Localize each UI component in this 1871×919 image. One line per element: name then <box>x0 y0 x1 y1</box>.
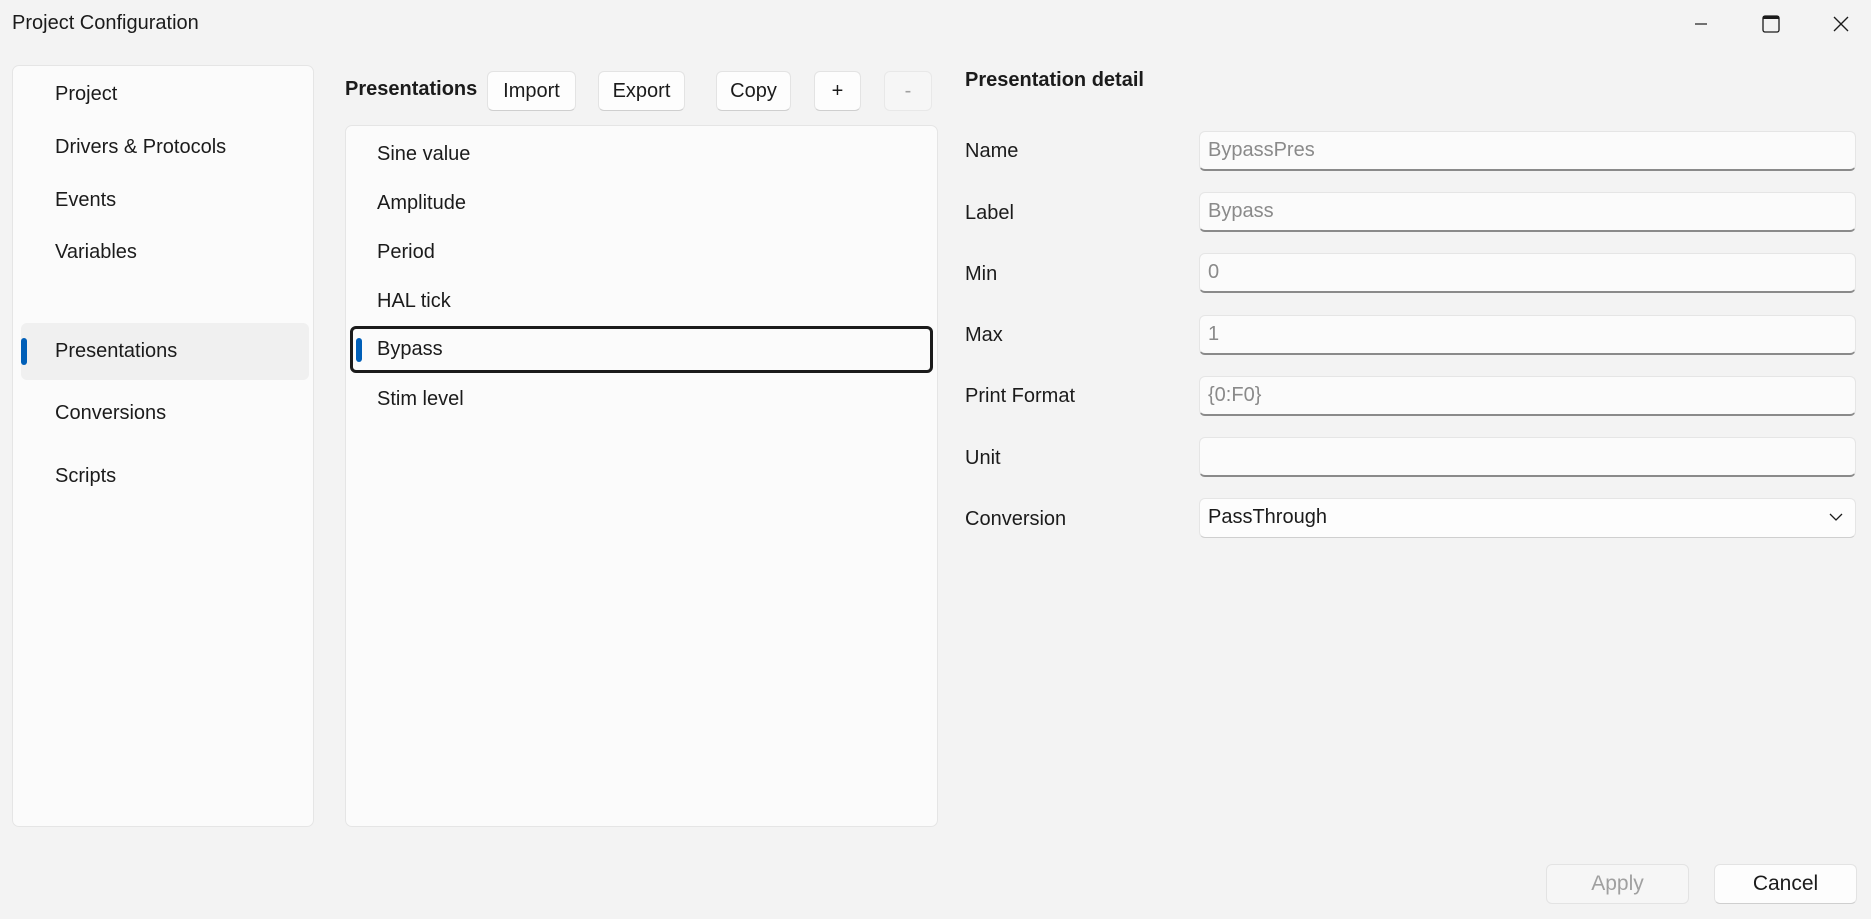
maximize-icon <box>1762 15 1780 33</box>
nav-item-label: Conversions <box>55 402 167 424</box>
list-item-label: Bypass <box>377 338 443 360</box>
max-label: Max <box>965 324 1003 346</box>
settings-nav: Project Drivers & Protocols Events Varia… <box>12 65 314 827</box>
nav-item-scripts[interactable]: Scripts <box>21 448 309 505</box>
close-icon <box>1833 16 1849 32</box>
minimize-icon <box>1695 23 1707 25</box>
min-label: Min <box>965 263 998 285</box>
list-item-label: HAL tick <box>377 290 451 312</box>
nav-item-label: Drivers & Protocols <box>55 136 227 158</box>
export-button[interactable]: Export <box>598 71 685 111</box>
presentations-list: Sine value Amplitude Period HAL tick Byp… <box>345 125 938 827</box>
nav-item-project[interactable]: Project <box>21 66 309 123</box>
presentations-heading: Presentations <box>345 78 478 100</box>
selection-indicator <box>21 338 27 365</box>
list-item-label: Sine value <box>377 143 471 165</box>
conversion-label: Conversion <box>965 508 1067 530</box>
min-field[interactable]: 0 <box>1199 253 1856 293</box>
cancel-button[interactable]: Cancel <box>1714 864 1857 904</box>
label-label: Label <box>965 202 1014 224</box>
max-field[interactable]: 1 <box>1199 315 1856 355</box>
nav-item-events[interactable]: Events <box>21 172 309 229</box>
minimize-button[interactable] <box>1666 0 1736 48</box>
project-configuration-window: Project Configuration Project Drivers & … <box>0 0 1871 919</box>
nav-item-label: Presentations <box>55 340 178 362</box>
list-item[interactable]: HAL tick <box>350 278 933 325</box>
print-format-field[interactable]: {0:F0} <box>1199 376 1856 416</box>
chevron-down-icon <box>1829 513 1843 521</box>
name-label: Name <box>965 140 1019 162</box>
conversion-selected-value: PassThrough <box>1208 506 1327 528</box>
nav-item-label: Scripts <box>55 465 117 487</box>
remove-button[interactable]: - <box>884 71 932 111</box>
apply-button[interactable]: Apply <box>1546 864 1689 904</box>
nav-item-conversions[interactable]: Conversions <box>21 385 309 442</box>
import-button[interactable]: Import <box>487 71 576 111</box>
unit-field[interactable] <box>1199 437 1856 477</box>
print-format-label: Print Format <box>965 385 1076 407</box>
list-item-label: Stim level <box>377 388 464 410</box>
nav-item-drivers-protocols[interactable]: Drivers & Protocols <box>21 119 309 176</box>
name-field[interactable]: BypassPres <box>1199 131 1856 171</box>
nav-item-label: Events <box>55 189 117 211</box>
list-item-selected[interactable]: Bypass <box>350 326 933 373</box>
nav-item-presentations[interactable]: Presentations <box>21 323 309 380</box>
conversion-select[interactable]: PassThrough <box>1199 498 1856 538</box>
list-item[interactable]: Sine value <box>350 131 933 178</box>
nav-item-label: Variables <box>55 241 137 263</box>
copy-button[interactable]: Copy <box>716 71 791 111</box>
nav-item-variables[interactable]: Variables <box>21 224 309 281</box>
window-title: Project Configuration <box>12 12 199 34</box>
list-item-label: Amplitude <box>377 192 466 214</box>
list-item[interactable]: Amplitude <box>350 180 933 227</box>
add-button[interactable]: + <box>814 71 861 111</box>
title-bar: Project Configuration <box>0 0 1871 48</box>
close-button[interactable] <box>1806 0 1871 48</box>
label-field[interactable]: Bypass <box>1199 192 1856 232</box>
detail-heading: Presentation detail <box>965 69 1144 91</box>
list-item[interactable]: Period <box>350 229 933 276</box>
selection-indicator <box>356 338 362 362</box>
maximize-button[interactable] <box>1736 0 1806 48</box>
nav-item-label: Project <box>55 83 118 105</box>
unit-label: Unit <box>965 447 1001 469</box>
list-item[interactable]: Stim level <box>350 376 933 423</box>
list-item-label: Period <box>377 241 435 263</box>
